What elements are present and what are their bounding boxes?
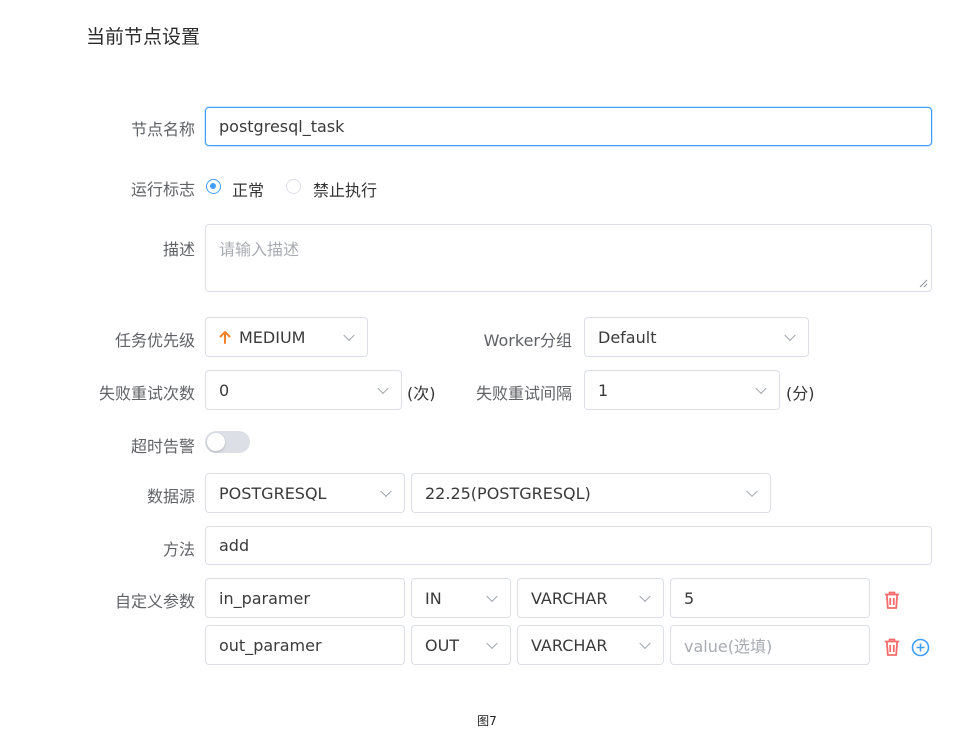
toggle-knob <box>207 433 225 451</box>
chevron-down-icon <box>343 329 355 342</box>
priority-label: 任务优先级 <box>114 331 195 350</box>
node-name-label: 节点名称 <box>130 120 195 139</box>
priority-select[interactable]: MEDIUM <box>205 317 368 357</box>
description-placeholder: 请输入描述 <box>219 240 300 259</box>
chevron-down-icon <box>486 637 498 650</box>
arrow-up-icon <box>219 331 231 344</box>
node-name-input[interactable]: postgresql_task <box>205 107 932 146</box>
datasource-instance-value: 22.25(POSTGRESQL) <box>425 483 591 503</box>
page-title: 当前节点设置 <box>86 26 201 48</box>
worker-group-value: Default <box>598 327 657 347</box>
datasource-type-value: POSTGRESQL <box>219 483 327 503</box>
chevron-down-icon <box>784 329 796 342</box>
param-direction-select[interactable]: IN <box>411 578 511 618</box>
priority-value: MEDIUM <box>239 327 306 347</box>
chevron-down-icon <box>639 637 651 650</box>
chevron-down-icon <box>639 590 651 603</box>
param-value-value: 5 <box>684 588 695 608</box>
add-circle-icon[interactable] <box>911 638 930 657</box>
node-name-value: postgresql_task <box>219 117 345 136</box>
chevron-down-icon <box>380 485 392 498</box>
param-type-select[interactable]: VARCHAR <box>517 578 664 618</box>
timeout-alarm-label: 超时告警 <box>130 437 195 456</box>
param-direction-value: IN <box>425 588 442 608</box>
param-value-placeholder: value(选填) <box>684 637 773 656</box>
method-value: add <box>219 536 250 555</box>
method-label: 方法 <box>162 540 195 559</box>
fail-retry-times-unit: (次) <box>407 384 436 403</box>
param-value-input[interactable]: value(选填) <box>670 625 870 665</box>
custom-params-label: 自定义参数 <box>114 592 195 611</box>
fail-retry-times-label: 失败重试次数 <box>98 384 195 403</box>
run-flag-normal-label[interactable]: 正常 <box>232 177 264 201</box>
worker-group-select[interactable]: Default <box>584 317 809 357</box>
param-type-value: VARCHAR <box>531 588 608 608</box>
fail-retry-times-select[interactable]: 0 <box>205 370 402 410</box>
param-name-value: in_paramer <box>219 588 310 608</box>
param-direction-value: OUT <box>425 635 460 655</box>
fail-retry-times-value: 0 <box>219 380 230 400</box>
chevron-down-icon <box>377 382 389 395</box>
datasource-instance-select[interactable]: 22.25(POSTGRESQL) <box>411 473 771 513</box>
trash-icon[interactable] <box>883 590 901 610</box>
param-direction-select[interactable]: OUT <box>411 625 511 665</box>
fail-retry-interval-value: 1 <box>598 380 609 400</box>
param-name-input[interactable]: in_paramer <box>205 578 405 618</box>
worker-group-label: Worker分组 <box>483 331 572 350</box>
param-value-input[interactable]: 5 <box>670 578 870 618</box>
run-flag-normal-radio[interactable] <box>206 179 221 194</box>
chevron-down-icon <box>746 485 758 498</box>
resize-handle-icon[interactable] <box>918 278 928 288</box>
run-flag-disabled-radio[interactable] <box>286 179 301 194</box>
fail-retry-interval-unit: (分) <box>786 384 815 403</box>
fail-retry-interval-label: 失败重试间隔 <box>475 384 572 403</box>
method-input[interactable]: add <box>205 526 932 565</box>
figure-caption: 图7 <box>477 714 497 728</box>
run-flag-label: 运行标志 <box>130 180 195 199</box>
chevron-down-icon <box>755 382 767 395</box>
description-label: 描述 <box>162 240 195 259</box>
param-type-select[interactable]: VARCHAR <box>517 625 664 665</box>
datasource-label: 数据源 <box>146 487 195 506</box>
timeout-alarm-toggle[interactable] <box>205 431 250 453</box>
param-name-input[interactable]: out_paramer <box>205 625 405 665</box>
param-name-value: out_paramer <box>219 635 322 655</box>
param-type-value: VARCHAR <box>531 635 608 655</box>
description-textarea[interactable]: 请输入描述 <box>205 224 932 292</box>
trash-icon[interactable] <box>883 637 901 657</box>
datasource-type-select[interactable]: POSTGRESQL <box>205 473 405 513</box>
fail-retry-interval-select[interactable]: 1 <box>584 370 780 410</box>
chevron-down-icon <box>486 590 498 603</box>
run-flag-disabled-label[interactable]: 禁止执行 <box>313 177 377 201</box>
